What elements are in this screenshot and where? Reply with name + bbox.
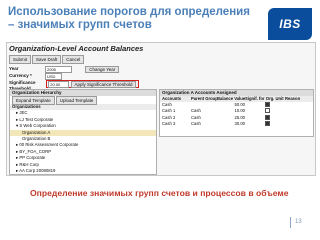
app-title: Organization-Level Account Balances — [9, 44, 144, 53]
submit-button[interactable]: Submit — [9, 55, 32, 64]
year-label: Year — [9, 66, 19, 71]
cancel-button[interactable]: Cancel — [62, 55, 85, 64]
significant-checkbox[interactable] — [264, 120, 270, 126]
currency-label: Currency * — [9, 73, 32, 78]
hierarchy-buttons: Expand Template Upload Template — [10, 96, 156, 105]
app-screenshot: Organization-Level Account Balances Subm… — [6, 42, 316, 176]
organization-tree: ▸ JEC ▸ LJ Test Corporate ▾ S Web Corporat… — [10, 110, 156, 174]
significant-checkbox[interactable] — [264, 114, 270, 120]
slide-title: Использование порогов для определения – … — [8, 6, 250, 31]
currency-row: Currency * USD — [9, 73, 62, 80]
tree-item[interactable]: ▸ AA Corp 20080819 — [10, 168, 156, 174]
upload-template-button[interactable]: Upload Template — [55, 96, 98, 105]
page-divider — [290, 217, 291, 228]
parent-group-cell: Cash — [191, 120, 201, 126]
currency-select[interactable]: USD — [45, 73, 62, 80]
significant-cell — [248, 120, 285, 127]
balance-cell: 30.00 — [234, 120, 245, 126]
significant-checkbox[interactable] — [264, 108, 270, 114]
accounts-table-body: Cash 50.00 Cash 1 Cash 10.00 Cash 2 Cash 25.00 C… — [160, 102, 313, 127]
significant-checkbox[interactable] — [264, 102, 270, 108]
account-cell: Cash 3 — [162, 120, 176, 126]
threshold-field[interactable]: 20.00 — [48, 81, 70, 88]
slide-subtitle: Определение значимых групп счетов и проц… — [30, 188, 289, 198]
change-year-button[interactable]: Change Year — [85, 66, 120, 73]
toolbar: Submit Save Draft Cancel — [9, 55, 85, 64]
hierarchy-panel: Organization Hierarchy Expand Template Up… — [9, 89, 157, 175]
ibs-logo: IBS — [268, 8, 312, 40]
accounts-panel: Organization A Accounts Assigned Account… — [159, 89, 314, 137]
threshold-highlight: 20.00 Apply Significance Threshold — [46, 80, 140, 88]
apply-threshold-button[interactable]: Apply Significance Threshold — [70, 81, 137, 88]
save-draft-button[interactable]: Save Draft — [32, 55, 62, 64]
threshold-row: Significance Threshold 20.00 Apply Signi… — [9, 80, 140, 91]
year-field[interactable]: 2005 — [45, 66, 72, 73]
page-number: 13 — [295, 219, 302, 225]
year-row: Year 2005 Change Year — [9, 66, 120, 73]
table-row[interactable]: Cash 3 Cash 30.00 — [160, 120, 313, 127]
logo-text: IBS — [279, 17, 301, 31]
